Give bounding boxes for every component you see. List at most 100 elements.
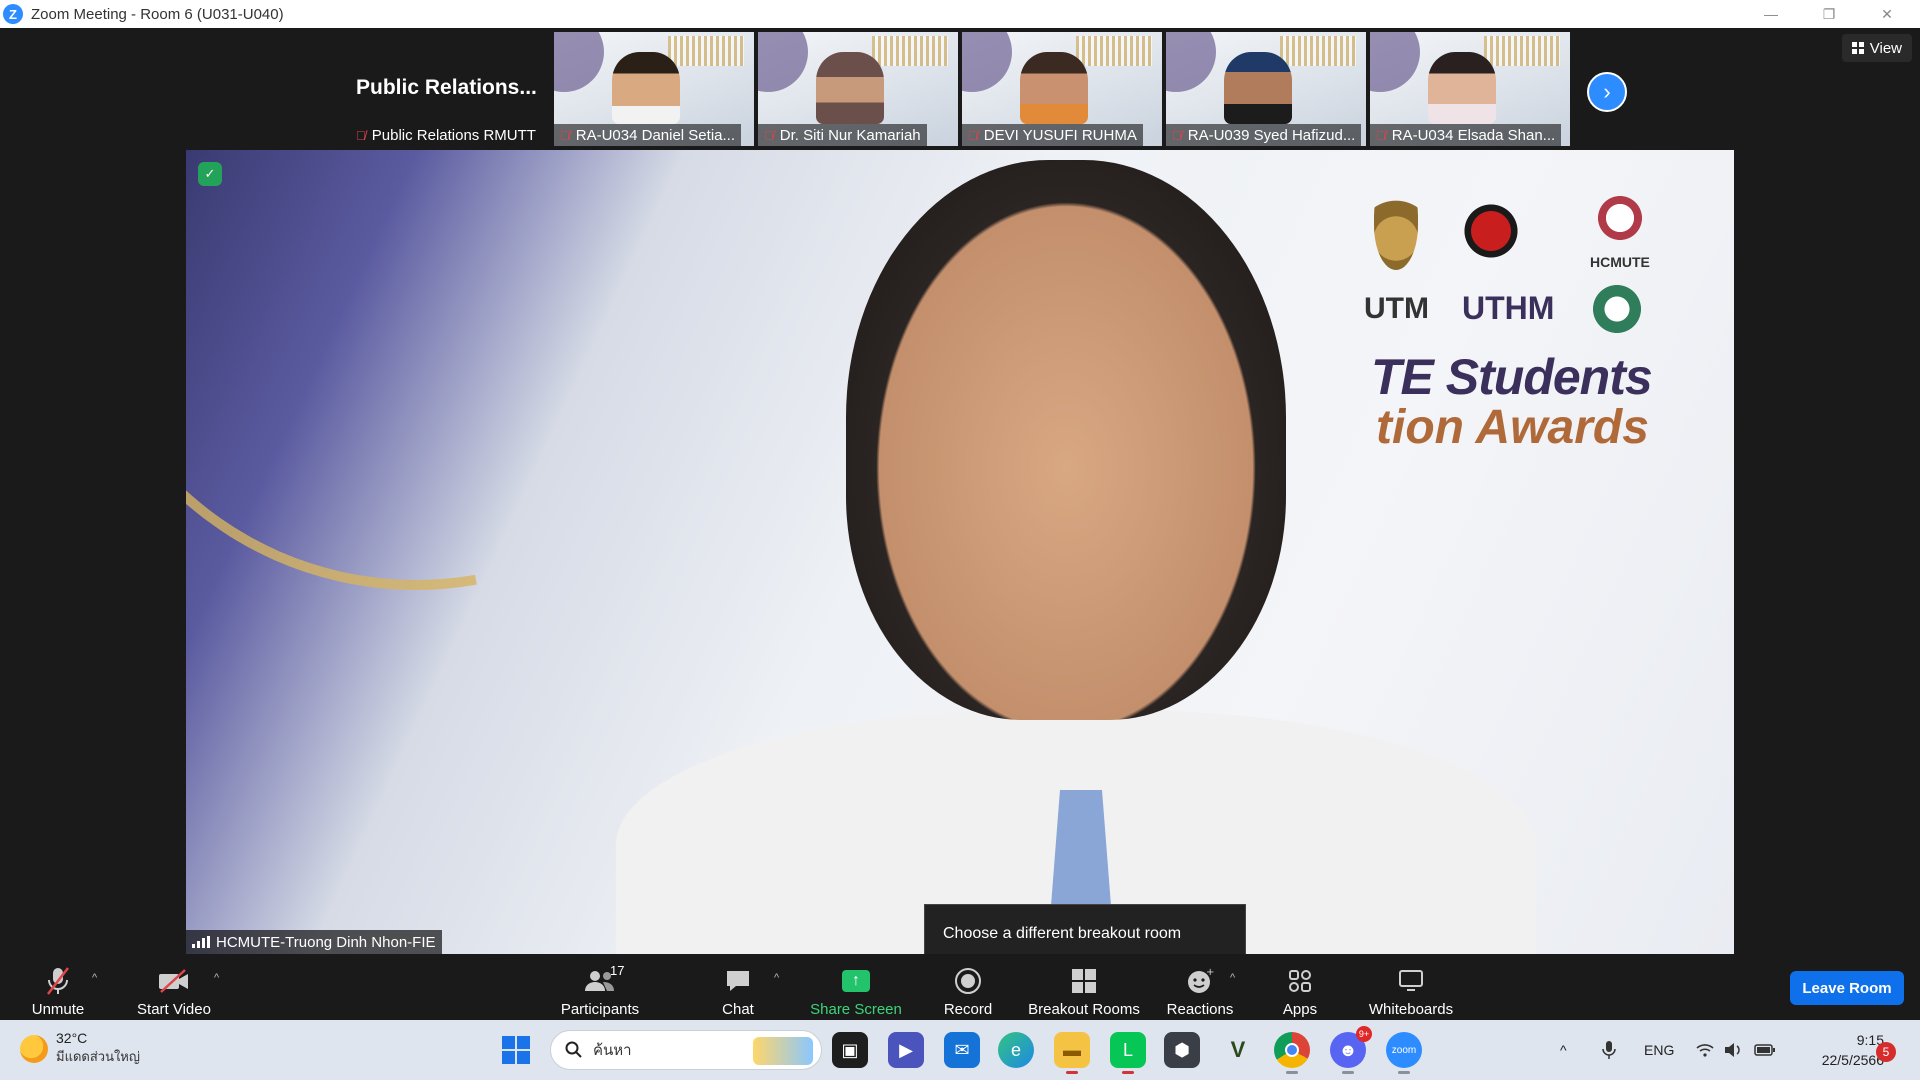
start-video-label: Start Video <box>137 1001 211 1018</box>
participant-label: 🎙̸ Public Relations RMUTT <box>350 124 542 146</box>
backdrop-arc <box>186 150 904 728</box>
participants-icon: 17 <box>584 963 624 997</box>
unmute-button[interactable]: Unmute <box>30 960 86 1018</box>
participant-tile[interactable]: 🎙̸ RA-U039 Syed Hafizud... <box>1166 32 1366 146</box>
participant-tile[interactable]: Public Relations... 🎙̸ Public Relations … <box>350 32 550 146</box>
clock-date: 22/5/2566 <box>1821 1052 1884 1068</box>
participant-name: RA-U034 Elsada Shan... <box>1391 126 1556 144</box>
task-view-icon[interactable]: ▣ <box>832 1032 868 1068</box>
leave-room-button[interactable]: Leave Room <box>1790 971 1904 1005</box>
participant-tile[interactable]: 🎙̸ Dr. Siti Nur Kamariah <box>758 32 958 146</box>
participant-name: DEVI YUSUFI RUHMA <box>983 126 1137 144</box>
share-screen-button[interactable]: ↑ Share Screen <box>810 960 902 1018</box>
participant-label: 🎙̸ RA-U034 Elsada Shan... <box>1370 124 1562 146</box>
audio-options-caret[interactable]: ^ <box>92 972 97 984</box>
hcmute-logo-text: HCMUTE <box>1590 254 1650 270</box>
microphone-tray-icon[interactable] <box>1602 1020 1616 1080</box>
meeting-area: Public Relations... 🎙̸ Public Relations … <box>0 28 1920 971</box>
chrome-browser-icon[interactable] <box>1274 1032 1310 1074</box>
participant-video <box>612 52 680 124</box>
uthm-logo-text: UTHM <box>1462 290 1555 326</box>
participant-video <box>816 52 884 124</box>
zoom-app-icon[interactable]: zoom <box>1386 1032 1422 1074</box>
record-label: Record <box>943 1001 993 1018</box>
participant-big-name: Public Relations... <box>356 76 537 99</box>
participant-tile[interactable]: 🎙̸ RA-U034 Elsada Shan... <box>1370 32 1570 146</box>
unmute-label: Unmute <box>31 1001 85 1018</box>
taskbar-search-box[interactable]: ค้นหา <box>550 1030 822 1070</box>
chat-options-caret[interactable]: ^ <box>774 972 779 984</box>
weather-description: มีแดดส่วนใหญ่ <box>56 1049 140 1064</box>
record-icon <box>954 965 982 997</box>
apps-button[interactable]: Apps <box>1280 960 1320 1018</box>
record-button[interactable]: Record <box>942 960 994 1018</box>
vivo-v-app-icon[interactable]: V <box>1220 1032 1256 1068</box>
participant-tile[interactable]: 🎙̸ DEVI YUSUFI RUHMA <box>962 32 1162 146</box>
window-titlebar: Z Zoom Meeting - Room 6 (U031-U040) — ❐ … <box>0 0 1920 28</box>
active-speaker-video[interactable]: ✓ HCMUTE UTM UTHM TE Students tion Award… <box>186 150 1734 954</box>
participant-video <box>1020 52 1088 124</box>
participant-name: RA-U034 Daniel Setia... <box>575 126 735 144</box>
notification-badge[interactable]: 5 <box>1876 1042 1896 1062</box>
weather-sun-icon <box>20 1034 48 1063</box>
participant-label: 🎙̸ RA-U039 Syed Hafizud... <box>1166 124 1362 146</box>
search-highlight-image <box>753 1037 813 1065</box>
upi-logo <box>1460 200 1522 262</box>
university-seal-logo <box>1374 180 1418 270</box>
encryption-shield-icon[interactable]: ✓ <box>198 162 222 186</box>
video-options-caret[interactable]: ^ <box>214 972 219 984</box>
hcmute-seal-logo <box>1592 190 1648 246</box>
file-explorer-icon[interactable]: ▬ <box>1054 1032 1090 1074</box>
start-video-button[interactable]: Start Video <box>134 960 214 1018</box>
hexagon-app-icon[interactable]: ⬢ <box>1164 1032 1200 1068</box>
restore-button[interactable]: ❐ <box>1800 0 1858 28</box>
battery-icon[interactable] <box>1754 1020 1776 1080</box>
video-off-icon <box>157 965 191 997</box>
speaker-namebar: HCMUTE-Truong Dinh Nhon-FIE <box>186 930 442 954</box>
speaker-name: HCMUTE-Truong Dinh Nhon-FIE <box>216 933 436 951</box>
taskbar-clock[interactable]: 9:15 22/5/2566 <box>1796 1030 1884 1070</box>
mail-icon[interactable]: ✉ <box>944 1032 980 1068</box>
utm-logo-text: UTM <box>1364 292 1429 325</box>
windows-start-icon[interactable] <box>502 1036 530 1064</box>
language-indicator[interactable]: ENG <box>1644 1020 1674 1080</box>
participant-label: 🎙̸ DEVI YUSUFI RUHMA <box>962 124 1143 146</box>
participant-name: Dr. Siti Nur Kamariah <box>779 126 921 144</box>
participant-name: Public Relations RMUTT <box>371 126 536 144</box>
discord-notification-badge: 9+ <box>1356 1026 1372 1042</box>
close-button[interactable]: ✕ <box>1858 0 1916 28</box>
chat-button[interactable]: Chat <box>718 960 758 1018</box>
edge-browser-icon[interactable]: e <box>998 1032 1034 1068</box>
wifi-icon[interactable] <box>1696 1020 1714 1080</box>
mic-muted-icon <box>45 965 71 997</box>
participant-tile[interactable]: 🎙̸ RA-U034 Daniel Setia... <box>554 32 754 146</box>
participant-name: RA-U039 Syed Hafizud... <box>1187 126 1356 144</box>
whiteboards-button[interactable]: Whiteboards <box>1366 960 1456 1018</box>
svg-text:+: + <box>1206 967 1214 978</box>
participants-button[interactable]: 17 Participants <box>558 960 642 1018</box>
event-title-line2: tion Awards <box>1376 401 1649 454</box>
reactions-options-caret[interactable]: ^ <box>1230 972 1235 984</box>
search-placeholder: ค้นหา <box>593 1042 632 1059</box>
mic-muted-icon: 🎙̸ <box>1376 127 1386 143</box>
participant-video <box>1428 52 1496 124</box>
breakout-rooms-icon <box>1070 965 1098 997</box>
discord-icon[interactable]: ☻ 9+ <box>1330 1026 1372 1074</box>
reactions-button[interactable]: + Reactions <box>1166 960 1234 1018</box>
minimize-button[interactable]: — <box>1742 0 1800 28</box>
event-banner-thumbnail <box>1484 36 1560 66</box>
weather-widget[interactable]: 32°C มีแดดส่วนใหญ่ <box>20 1030 140 1067</box>
tray-overflow-icon[interactable]: ^ <box>1560 1020 1567 1080</box>
participant-label: 🎙̸ Dr. Siti Nur Kamariah <box>758 124 927 146</box>
breakout-rooms-button[interactable]: Breakout Rooms <box>1026 960 1142 1018</box>
event-title-line1: TE Students <box>1371 349 1653 405</box>
next-page-button[interactable]: › <box>1587 72 1627 112</box>
line-app-icon[interactable]: L <box>1110 1032 1146 1074</box>
event-banner-thumbnail <box>1280 36 1356 66</box>
participant-label: 🎙̸ RA-U034 Daniel Setia... <box>554 124 741 146</box>
windows-taskbar: 32°C มีแดดส่วนใหญ่ ค้นหา ▣ ▶ ✉ e ▬ L ⬢ V… <box>0 1020 1920 1080</box>
volume-icon[interactable] <box>1724 1020 1742 1080</box>
teams-meet-icon[interactable]: ▶ <box>888 1032 924 1068</box>
view-button[interactable]: View <box>1841 34 1912 62</box>
weather-temperature: 32°C <box>56 1030 88 1046</box>
